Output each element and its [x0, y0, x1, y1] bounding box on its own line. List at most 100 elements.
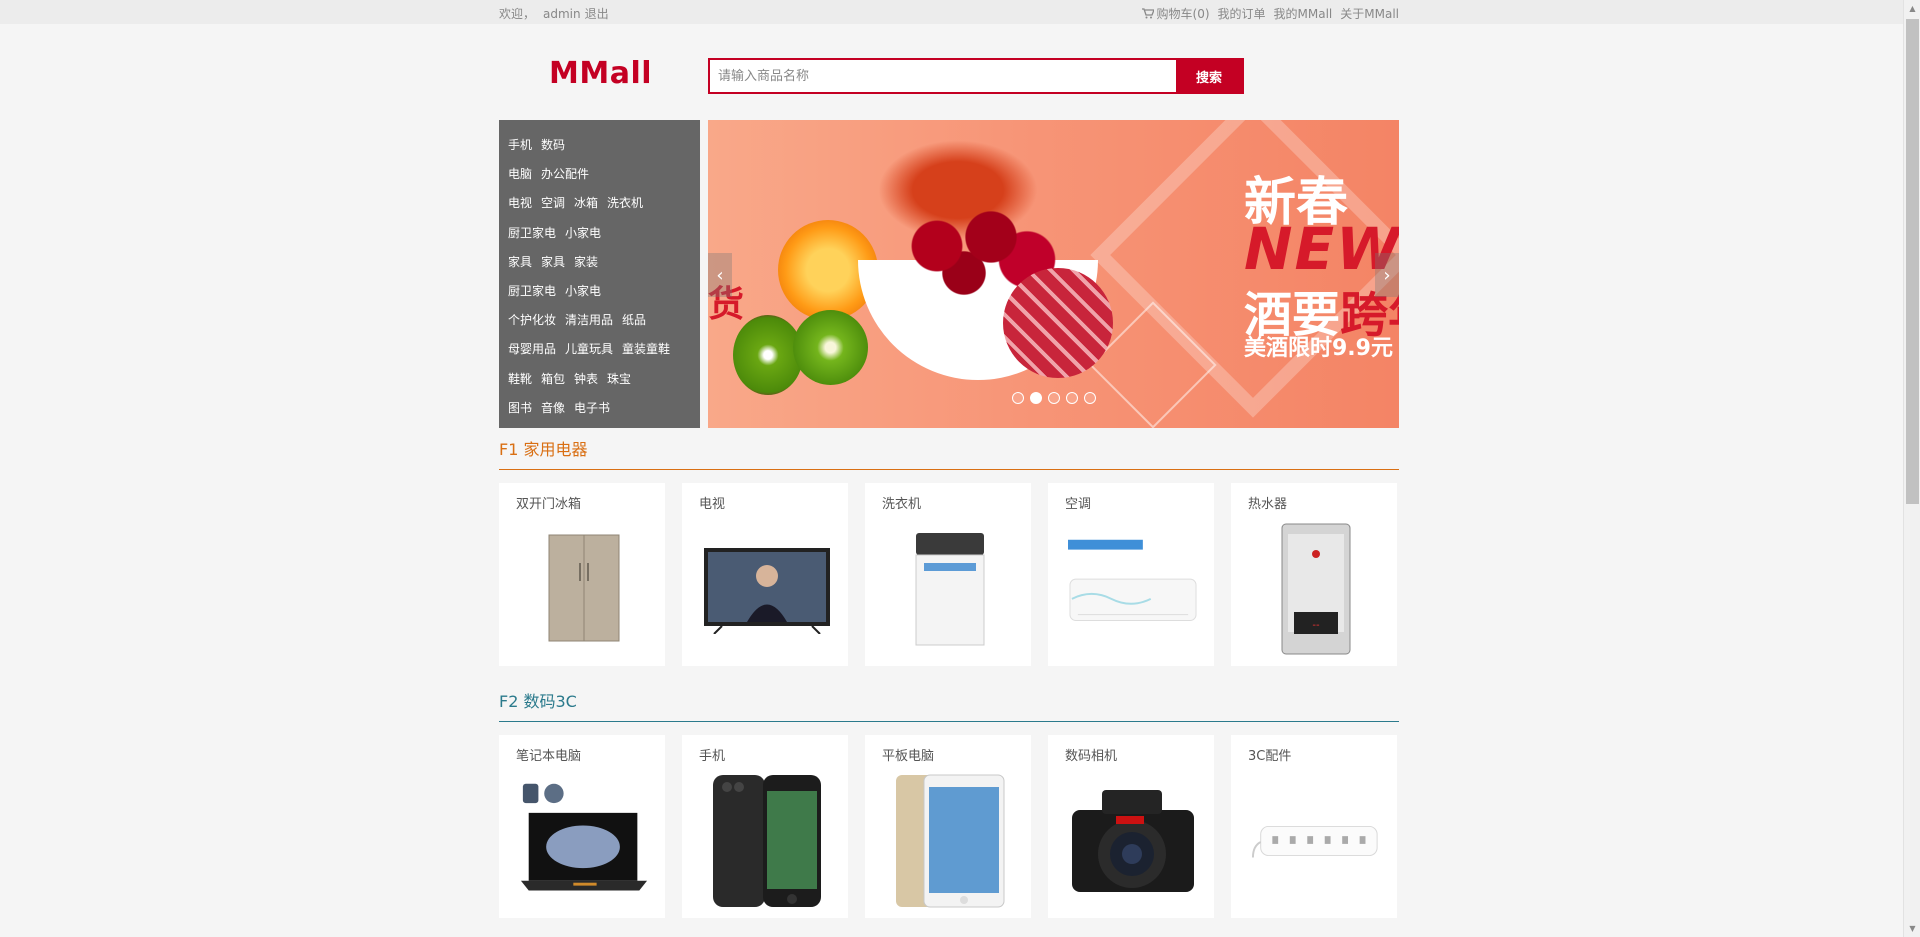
banner-dot[interactable] — [1066, 392, 1078, 404]
category-row: 个护化妆 清洁用品 纸品 — [499, 305, 700, 334]
kiwi-image — [793, 310, 868, 385]
product-card[interactable]: 双开门冰箱 — [499, 483, 665, 666]
product-image — [702, 771, 832, 911]
banner-dot[interactable] — [1048, 392, 1060, 404]
username-link[interactable]: admin — [543, 7, 581, 21]
scrollbar[interactable]: ▲ ▼ — [1903, 0, 1920, 937]
welcome-text: 欢迎， — [499, 7, 536, 21]
category-link[interactable]: 钟表 — [574, 370, 598, 387]
product-image — [702, 519, 832, 659]
about-link[interactable]: 关于MMall — [1340, 5, 1399, 22]
category-row: 手机 数码 — [499, 130, 700, 159]
top-links: 购物车(0) 我的订单 我的MMall 关于MMall — [1141, 5, 1399, 22]
product-card[interactable]: 平板电脑 — [865, 735, 1031, 918]
category-link[interactable]: 母婴用品 — [508, 340, 556, 357]
category-link[interactable]: 洗衣机 — [607, 194, 643, 211]
product-image: -- — [1251, 519, 1381, 659]
category-link[interactable]: 电视 — [508, 194, 532, 211]
category-link[interactable]: 家具 — [508, 253, 532, 270]
product-image — [519, 771, 649, 911]
product-card[interactable]: 空调 — [1048, 483, 1214, 666]
kiwi-image — [733, 315, 803, 395]
category-link[interactable]: 冰箱 — [574, 194, 598, 211]
logout-link[interactable]: 退出 — [585, 7, 609, 21]
banner-prev-button[interactable]: ‹ — [708, 253, 732, 297]
product-title: 电视 — [699, 497, 726, 512]
banner-dot[interactable] — [1012, 392, 1024, 404]
search-button[interactable]: 搜索 — [1176, 60, 1242, 92]
category-link[interactable]: 厨卫家电 — [508, 224, 556, 241]
category-link[interactable]: 空调 — [541, 194, 565, 211]
floor-divider — [499, 469, 1399, 470]
banner-dot[interactable] — [1030, 392, 1042, 404]
my-orders-link[interactable]: 我的订单 — [1218, 5, 1266, 22]
scroll-down-icon[interactable]: ▼ — [1904, 920, 1920, 937]
category-link[interactable]: 珠宝 — [607, 370, 631, 387]
product-title: 平板电脑 — [882, 749, 935, 764]
product-card[interactable]: 数码相机 — [1048, 735, 1214, 918]
category-link[interactable]: 童装童鞋 — [622, 340, 670, 357]
category-link[interactable]: 数码 — [541, 136, 565, 153]
my-mmall-link[interactable]: 我的MMall — [1274, 5, 1333, 22]
category-link[interactable]: 儿童玩具 — [565, 340, 613, 357]
product-card[interactable]: 电视 — [682, 483, 848, 666]
cart-icon — [1141, 8, 1155, 19]
banner-subline: 美酒限时9.9元 — [1244, 336, 1393, 361]
category-link[interactable]: 电脑 — [508, 165, 532, 182]
chevron-left-icon: ‹ — [716, 264, 724, 286]
site-logo[interactable]: MMall — [549, 56, 652, 91]
search-input[interactable] — [710, 60, 1176, 92]
category-link[interactable]: 图书 — [508, 399, 532, 416]
scroll-up-icon[interactable]: ▲ — [1904, 0, 1920, 17]
category-link[interactable]: 家装 — [574, 253, 598, 270]
product-image — [519, 519, 649, 659]
category-link[interactable]: 手机 — [508, 136, 532, 153]
category-link[interactable]: 小家电 — [565, 224, 601, 241]
welcome-area: 欢迎， admin 退出 — [499, 5, 617, 22]
meat-image — [1003, 268, 1113, 378]
category-row: 电视 空调 冰箱 洗衣机 — [499, 188, 700, 217]
product-image — [1068, 519, 1198, 659]
product-title: 手机 — [699, 749, 726, 764]
cart-link[interactable]: 购物车(0) — [1141, 5, 1210, 22]
category-link[interactable]: 电子书 — [574, 399, 610, 416]
product-image — [1068, 771, 1198, 911]
chevron-right-icon: › — [1383, 264, 1391, 286]
scrollbar-thumb[interactable] — [1906, 19, 1919, 504]
banner-next-button[interactable]: › — [1375, 253, 1399, 297]
category-link[interactable]: 家具 — [541, 253, 565, 270]
category-row: 母婴用品 儿童玩具 童装童鞋 — [499, 334, 700, 363]
category-link[interactable]: 音像 — [541, 399, 565, 416]
product-title: 洗衣机 — [882, 497, 922, 512]
promo-banner[interactable]: 货 新春 NEW 酒要跨年 美酒限时9.9元 ‹ › — [708, 120, 1399, 428]
banner-dot[interactable] — [1084, 392, 1096, 404]
category-nav: 手机 数码 电脑 办公配件 电视 空调 冰箱 洗衣机 厨卫家电 小家电 家具 家具 家装 厨卫家电 小家电个… — [499, 120, 700, 428]
product-row: 笔记本电脑 手机 平板电脑 数码相机 3C配件 — [499, 735, 1399, 918]
category-link[interactable]: 箱包 — [541, 370, 565, 387]
category-link[interactable]: 纸品 — [622, 311, 646, 328]
product-card[interactable]: 手机 — [682, 735, 848, 918]
product-card[interactable]: 热水器 -- — [1231, 483, 1397, 666]
banner-dots — [1012, 392, 1096, 404]
category-row: 鞋靴 箱包 钟表 珠宝 — [499, 364, 700, 393]
product-title: 空调 — [1065, 497, 1092, 512]
category-row: 家具 家具 家装 — [499, 247, 700, 276]
floor-title: F1 家用电器 — [499, 440, 588, 459]
top-bar: 欢迎， admin 退出 购物车(0) 我的订单 我的MMall 关于MMall — [0, 0, 1920, 24]
product-image — [1251, 771, 1381, 911]
category-link[interactable]: 小家电 — [565, 282, 601, 299]
search-bar: 搜索 — [708, 58, 1244, 94]
category-link[interactable]: 厨卫家电 — [508, 282, 556, 299]
category-link[interactable]: 个护化妆 — [508, 311, 556, 328]
category-link[interactable]: 鞋靴 — [508, 370, 532, 387]
category-link[interactable]: 办公配件 — [541, 165, 589, 182]
floor-divider — [499, 721, 1399, 722]
product-card[interactable]: 笔记本电脑 — [499, 735, 665, 918]
svg-text:--: -- — [1312, 620, 1320, 631]
product-title: 热水器 — [1248, 497, 1288, 512]
cart-label: 购物车(0) — [1156, 7, 1210, 21]
category-link[interactable]: 清洁用品 — [565, 311, 613, 328]
product-card[interactable]: 洗衣机 — [865, 483, 1031, 666]
product-card[interactable]: 3C配件 — [1231, 735, 1397, 918]
product-title: 双开门冰箱 — [516, 497, 582, 512]
